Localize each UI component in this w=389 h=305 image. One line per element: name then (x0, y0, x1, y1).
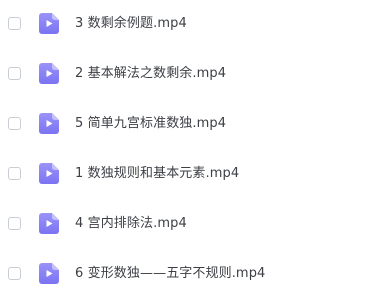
video-file-icon (39, 263, 59, 284)
video-file-icon (39, 13, 59, 34)
file-name[interactable]: 1 数独规则和基本元素.mp4 (75, 165, 239, 182)
video-file-icon (39, 213, 59, 234)
file-name[interactable]: 2 基本解法之数剩余.mp4 (75, 65, 226, 82)
file-list: 3 数剩余例题.mp4 2 基本解法之数剩余.mp4 5 简单九宫标准数独.mp… (0, 0, 389, 305)
row-checkbox[interactable] (8, 217, 21, 230)
file-name[interactable]: 4 宫内排除法.mp4 (75, 215, 187, 232)
row-checkbox[interactable] (8, 117, 21, 130)
video-file-icon (39, 163, 59, 184)
file-row[interactable]: 1 数独规则和基本元素.mp4 (0, 155, 389, 195)
video-file-icon (39, 63, 59, 84)
file-name[interactable]: 6 变形数独——五字不规则.mp4 (75, 265, 265, 282)
file-row[interactable]: 4 宫内排除法.mp4 (0, 205, 389, 245)
file-name[interactable]: 5 简单九宫标准数独.mp4 (75, 115, 226, 132)
row-checkbox[interactable] (8, 67, 21, 80)
row-checkbox[interactable] (8, 267, 21, 280)
row-checkbox[interactable] (8, 167, 21, 180)
file-row[interactable]: 6 变形数独——五字不规则.mp4 (0, 255, 389, 295)
file-name[interactable]: 3 数剩余例题.mp4 (75, 15, 187, 32)
file-row[interactable]: 3 数剩余例题.mp4 (0, 5, 389, 45)
file-row[interactable]: 2 基本解法之数剩余.mp4 (0, 55, 389, 95)
file-row[interactable]: 5 简单九宫标准数独.mp4 (0, 105, 389, 145)
video-file-icon (39, 113, 59, 134)
row-checkbox[interactable] (8, 17, 21, 30)
